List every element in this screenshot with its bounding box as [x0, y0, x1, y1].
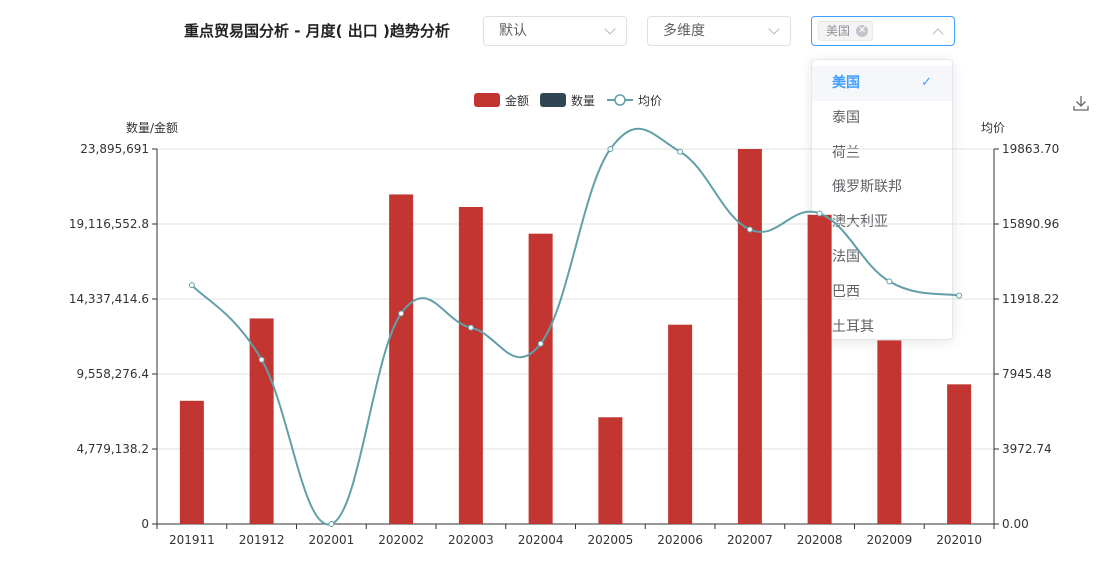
legend-label-amount: 金额 [505, 93, 529, 108]
avg-price-point[interactable] [886, 278, 893, 285]
x-tick-label: 201911 [169, 533, 215, 547]
legend-label-avg: 均价 [638, 94, 662, 108]
x-tick-label: 202004 [518, 533, 564, 547]
x-tick-label: 202009 [866, 533, 912, 547]
trend-chart: 0 0.00 4,779,138.2 3972.74 9,558,276.4 7945.4… [69, 93, 1059, 547]
avg-price-point[interactable] [816, 210, 823, 217]
x-tick-label: 201912 [239, 533, 285, 547]
left-tick-label: 19,116,552.8 [69, 217, 149, 231]
avg-price-line [191, 127, 960, 526]
x-tick-label: 202010 [936, 533, 982, 547]
x-tick-label: 202007 [727, 533, 773, 547]
legend-swatch-amount[interactable] [474, 93, 500, 107]
left-tick-label: 9,558,276.4 [76, 367, 149, 381]
avg-price-point[interactable] [956, 292, 963, 299]
bar-amount[interactable] [179, 400, 204, 524]
x-tick-label: 202003 [448, 533, 494, 547]
avg-price-point[interactable] [746, 226, 753, 233]
bar-amount[interactable] [947, 384, 972, 524]
avg-price-point[interactable] [328, 521, 335, 527]
bar-amount[interactable] [737, 149, 762, 524]
left-axis-label: 数量/金额 [126, 120, 178, 135]
right-tick-label: 15890.96 [1002, 217, 1059, 231]
right-axis-label: 均价 [981, 121, 1005, 135]
legend-swatch-quantity[interactable] [540, 93, 566, 107]
x-tick-label: 202006 [657, 533, 703, 547]
x-tick-label: 202002 [378, 533, 424, 547]
x-tick-label: 202001 [308, 533, 354, 547]
right-tick-label: 7945.48 [1002, 367, 1052, 381]
bar-amount[interactable] [668, 324, 693, 524]
bar-amount[interactable] [807, 214, 832, 524]
left-tick-label: 0 [141, 517, 149, 531]
bar-amount[interactable] [458, 206, 483, 524]
right-tick-label: 0.00 [1002, 517, 1029, 531]
avg-price-point[interactable] [537, 340, 544, 347]
legend-marker-avg[interactable] [614, 94, 626, 106]
bar-amount[interactable] [598, 417, 623, 524]
left-tick-label: 14,337,414.6 [69, 292, 149, 306]
avg-price-point[interactable] [607, 146, 614, 152]
left-tick-label: 4,779,138.2 [76, 442, 149, 456]
right-tick-label: 11918.22 [1002, 292, 1059, 306]
left-tick-label: 23,895,691 [80, 142, 149, 156]
bar-amount[interactable] [249, 318, 274, 524]
legend-label-quantity: 数量 [571, 93, 595, 108]
avg-price-point[interactable] [258, 356, 265, 363]
x-tick-label: 202005 [587, 533, 633, 547]
right-tick-label: 3972.74 [1002, 442, 1052, 456]
avg-price-point[interactable] [188, 282, 195, 289]
bar-amount[interactable] [528, 233, 553, 524]
right-tick-label: 19863.70 [1002, 142, 1059, 156]
x-tick-label: 202008 [797, 533, 843, 547]
bar-amount[interactable] [389, 194, 414, 524]
avg-price-point[interactable] [677, 148, 684, 155]
bar-amount[interactable] [877, 340, 902, 524]
avg-price-point[interactable] [398, 310, 405, 317]
avg-price-point[interactable] [467, 324, 474, 331]
